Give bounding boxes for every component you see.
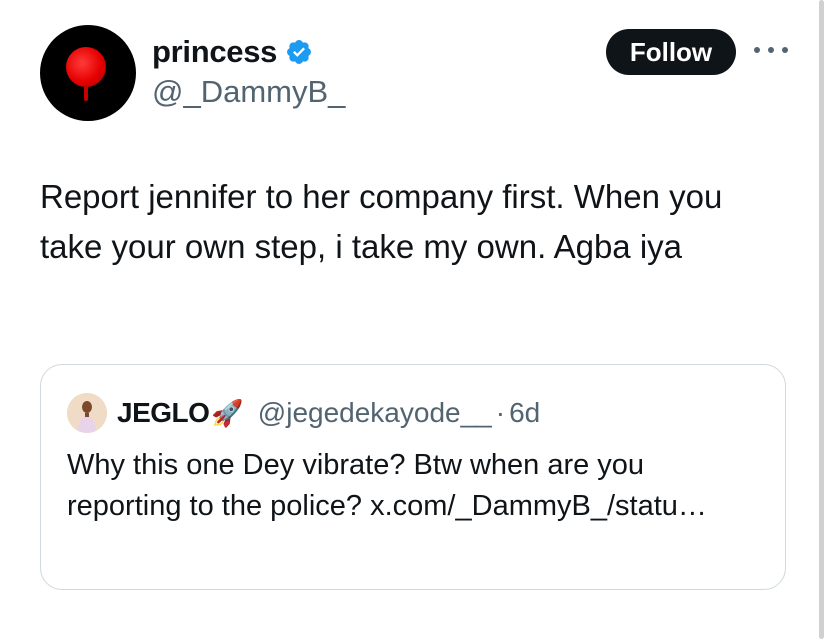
quoted-author-avatar (67, 393, 107, 433)
author-avatar[interactable] (40, 25, 136, 121)
more-dot (754, 47, 760, 53)
more-dot (782, 47, 788, 53)
separator-dot: · (495, 397, 506, 428)
quoted-handle: @jegedekayode__ (257, 397, 492, 428)
follow-button[interactable]: Follow (606, 29, 736, 75)
tweet-text: Report jennifer to her company first. Wh… (40, 178, 723, 265)
scrollbar[interactable] (819, 0, 824, 639)
avatar-drip-decoration (84, 85, 88, 101)
person-avatar-icon (67, 393, 107, 433)
quoted-display-name: JEGLO (117, 397, 210, 428)
author-name-row[interactable]: princess (152, 32, 313, 72)
more-horizontal-icon[interactable] (754, 40, 788, 60)
author-display-name[interactable]: princess (152, 34, 277, 70)
rocket-icon: 🚀 (211, 397, 244, 428)
quoted-timestamp: 6d (509, 397, 541, 428)
author-handle[interactable]: @_DammyB_ (152, 74, 345, 110)
quoted-link[interactable]: x.com/_DammyB_/statu… (370, 490, 707, 522)
quoted-author-row: JEGLO 🚀 @jegedekayode__ · 6d (117, 393, 540, 433)
verified-badge-icon (287, 40, 312, 64)
quoted-tweet-text: Why this one Dey vibrate? Btw when are y… (67, 445, 757, 527)
quoted-tweet-card[interactable]: JEGLO 🚀 @jegedekayode__ · 6d Why this on… (40, 364, 786, 590)
red-circle-avatar-icon (66, 47, 106, 87)
more-dot (768, 47, 774, 53)
